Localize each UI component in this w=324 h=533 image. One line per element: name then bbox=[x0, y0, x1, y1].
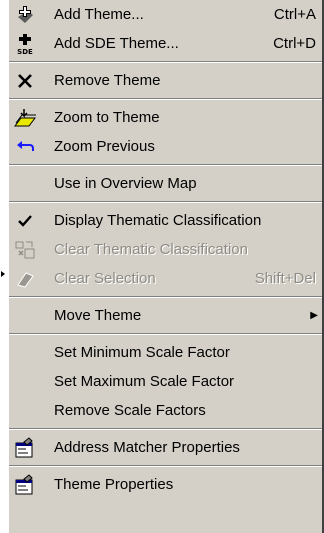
menu-separator bbox=[9, 58, 322, 66]
properties-icon bbox=[13, 473, 37, 496]
menu-item-label: Display Thematic Classification bbox=[54, 212, 262, 229]
menu-item-label: Add SDE Theme... bbox=[54, 35, 179, 52]
zoom-previous-icon bbox=[13, 135, 37, 158]
menu-item-add-theme[interactable]: Add Theme... Ctrl+A bbox=[9, 0, 322, 29]
theme-context-menu: Add Theme... Ctrl+A SDE Add SDE Theme... Ctr… bbox=[8, 0, 324, 533]
menu-item-label: Move Theme bbox=[54, 307, 142, 324]
menu-item-clear-selection: Clear Selection Shift+Del bbox=[9, 264, 322, 293]
submenu-pointer-icon bbox=[1, 271, 5, 277]
zoom-to-theme-icon bbox=[13, 106, 37, 129]
menu-item-label: Address Matcher Properties bbox=[54, 439, 240, 456]
menu-item-label: Remove Theme bbox=[54, 72, 161, 89]
menu-item-label: Use in Overview Map bbox=[54, 175, 197, 192]
menu-item-display-thematic-classification[interactable]: Display Thematic Classification bbox=[9, 206, 322, 235]
menu-item-use-in-overview-map[interactable]: Use in Overview Map bbox=[9, 169, 322, 198]
menu-item-label: Theme Properties bbox=[54, 476, 174, 493]
menu-item-remove-theme[interactable]: Remove Theme bbox=[9, 66, 322, 95]
menu-item-label: Clear Selection bbox=[54, 270, 156, 287]
menu-item-label: Remove Scale Factors bbox=[54, 402, 206, 419]
menu-separator bbox=[9, 293, 322, 301]
menu-item-label: Clear Thematic Classification bbox=[54, 241, 248, 258]
submenu-arrow-icon: ▶ bbox=[310, 310, 318, 321]
menu-item-zoom-to-theme[interactable]: Zoom to Theme bbox=[9, 103, 322, 132]
menu-item-label: Set Maximum Scale Factor bbox=[54, 373, 235, 390]
menu-item-label: Add Theme... bbox=[54, 6, 144, 23]
menu-item-theme-properties[interactable]: Theme Properties bbox=[9, 470, 322, 499]
menu-item-label: Zoom to Theme bbox=[54, 109, 160, 126]
menu-item-address-matcher-properties[interactable]: Address Matcher Properties bbox=[9, 433, 322, 462]
menu-item-shortcut: Ctrl+D bbox=[273, 35, 316, 52]
menu-separator bbox=[9, 161, 322, 169]
menu-item-clear-thematic-classification: Clear Thematic Classification bbox=[9, 235, 322, 264]
properties-icon bbox=[13, 436, 37, 459]
add-sde-theme-icon: SDE bbox=[13, 32, 37, 55]
menu-separator bbox=[9, 462, 322, 470]
menu-item-shortcut: Ctrl+A bbox=[273, 6, 316, 23]
svg-text:SDE: SDE bbox=[17, 48, 33, 55]
clear-classification-icon bbox=[13, 238, 37, 261]
menu-separator bbox=[9, 425, 322, 433]
menu-separator bbox=[9, 198, 322, 206]
add-theme-icon bbox=[13, 3, 37, 26]
eraser-icon bbox=[13, 267, 37, 290]
menu-item-label: Set Minimum Scale Factor bbox=[54, 344, 230, 361]
menu-separator bbox=[9, 95, 322, 103]
menu-item-remove-scale-factors[interactable]: Remove Scale Factors bbox=[9, 396, 322, 425]
menu-item-zoom-previous[interactable]: Zoom Previous bbox=[9, 132, 322, 161]
menu-separator bbox=[9, 330, 322, 338]
menu-item-add-sde-theme[interactable]: SDE Add SDE Theme... Ctrl+D bbox=[9, 29, 322, 58]
menu-item-set-minimum-scale-factor[interactable]: Set Minimum Scale Factor bbox=[9, 338, 322, 367]
menu-item-shortcut: Shift+Del bbox=[254, 270, 316, 287]
menu-item-set-maximum-scale-factor[interactable]: Set Maximum Scale Factor bbox=[9, 367, 322, 396]
menu-item-move-theme[interactable]: Move Theme ▶ bbox=[9, 301, 322, 330]
menu-item-label: Zoom Previous bbox=[54, 138, 155, 155]
remove-theme-icon bbox=[13, 69, 37, 92]
checkmark-icon bbox=[13, 209, 37, 232]
